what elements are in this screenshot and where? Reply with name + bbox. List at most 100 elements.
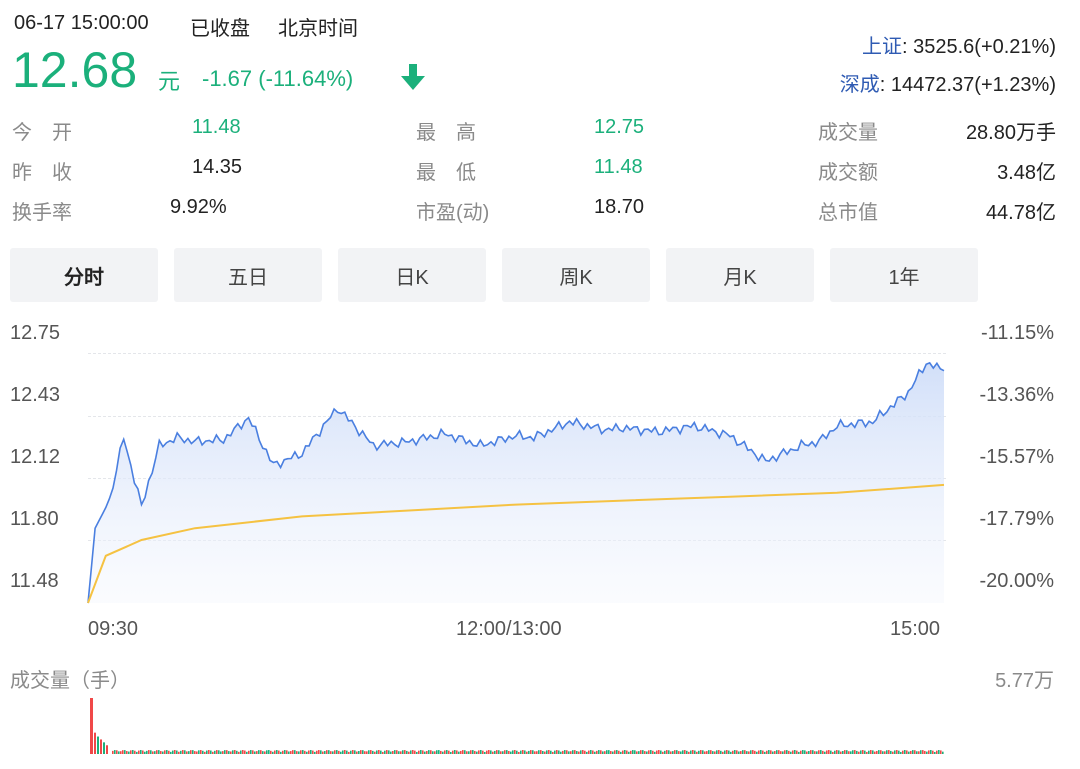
volume-bar [650, 750, 652, 754]
volume-bar [490, 750, 492, 754]
volume-bar [846, 750, 848, 754]
volume-bar [612, 751, 614, 754]
volume-bar [106, 745, 108, 754]
volume-bar [484, 751, 486, 754]
volume-bar [416, 751, 418, 754]
volume-bar [164, 750, 166, 754]
volume-bar [916, 751, 918, 754]
volume-bar [610, 751, 612, 754]
volume-bar [590, 750, 592, 754]
volume-bar [452, 750, 454, 754]
volume-bar [862, 750, 864, 754]
volume-bar [268, 750, 270, 754]
volume-bar [128, 751, 130, 754]
volume-bar [826, 750, 828, 754]
volume-bar [556, 750, 558, 754]
volume-bar [332, 751, 334, 754]
volume-bar [398, 751, 400, 754]
volume-bar [274, 750, 276, 754]
volume-bar [146, 750, 148, 754]
volume-bar [766, 750, 768, 754]
volume-bar [622, 750, 624, 754]
volume-bar [160, 751, 162, 754]
volume-bar [168, 750, 170, 754]
volume-bar [698, 750, 700, 754]
volume-bar [250, 750, 252, 754]
volume-bar [850, 751, 852, 754]
volume-bar [718, 750, 720, 754]
volume-bar [472, 750, 474, 754]
volume-bar [722, 751, 724, 754]
volume-bar [574, 750, 576, 754]
volume-bar [608, 750, 610, 754]
volume-bar [760, 750, 762, 754]
volume-bar [790, 751, 792, 754]
volume-bar [244, 750, 246, 754]
volume-bar [806, 751, 808, 754]
volume-bar [842, 751, 844, 754]
volume-bar [276, 750, 278, 754]
volume-bar [186, 751, 188, 754]
volume-bar [522, 750, 524, 754]
volume-bar [470, 750, 472, 754]
volume-bar [350, 750, 352, 754]
volume-bar [516, 750, 518, 754]
volume-bar [324, 751, 326, 754]
volume-bar [542, 751, 544, 754]
volume-bar [422, 750, 424, 754]
volume-bar [572, 750, 574, 754]
volume-bar [540, 750, 542, 754]
volume-bar [530, 750, 532, 754]
volume-bar [260, 750, 262, 754]
volume-bar [886, 750, 888, 754]
volume-bar [544, 751, 546, 754]
volume-bar [462, 750, 464, 754]
volume-bar [508, 750, 510, 754]
volume-bar [552, 751, 554, 754]
volume-bar [714, 751, 716, 754]
volume-bar [902, 750, 904, 754]
volume-bar [688, 751, 690, 754]
volume-bar [598, 750, 600, 754]
volume-bar [634, 750, 636, 754]
volume-bar [514, 750, 516, 754]
volume-bar [942, 751, 944, 754]
volume-bar [97, 736, 99, 754]
volume-bar [644, 751, 646, 754]
volume-bar [580, 750, 582, 754]
volume-bar [908, 751, 910, 754]
volume-bar [340, 751, 342, 754]
volume-bar [192, 750, 194, 754]
volume-bar [468, 751, 470, 754]
volume-bar [402, 750, 404, 754]
volume-bar [224, 750, 226, 754]
volume-bar [94, 732, 96, 754]
volume-bar [772, 751, 774, 754]
volume-bar [330, 751, 332, 754]
volume-bar [932, 750, 934, 754]
volume-bar [322, 751, 324, 754]
volume-bar [840, 751, 842, 754]
volume-bar [700, 750, 702, 754]
volume-bar [348, 751, 350, 754]
volume-bar [682, 750, 684, 754]
volume-bar [122, 750, 124, 754]
volume-bar [560, 751, 562, 754]
volume-bar [310, 750, 312, 754]
volume-bar [652, 750, 654, 754]
volume-bar [248, 750, 250, 754]
volume-bar [900, 751, 902, 754]
volume-bar [640, 750, 642, 754]
volume-bar [536, 751, 538, 754]
volume-bar [284, 750, 286, 754]
volume-bar [358, 751, 360, 754]
volume-bar [624, 750, 626, 754]
volume-bar [228, 751, 230, 754]
volume-bar [876, 750, 878, 754]
volume-bar [662, 751, 664, 754]
volume-bar [282, 750, 284, 754]
volume-bar [426, 750, 428, 754]
volume-bar [804, 750, 806, 754]
volume-bar [858, 751, 860, 754]
volume-bar [482, 750, 484, 754]
